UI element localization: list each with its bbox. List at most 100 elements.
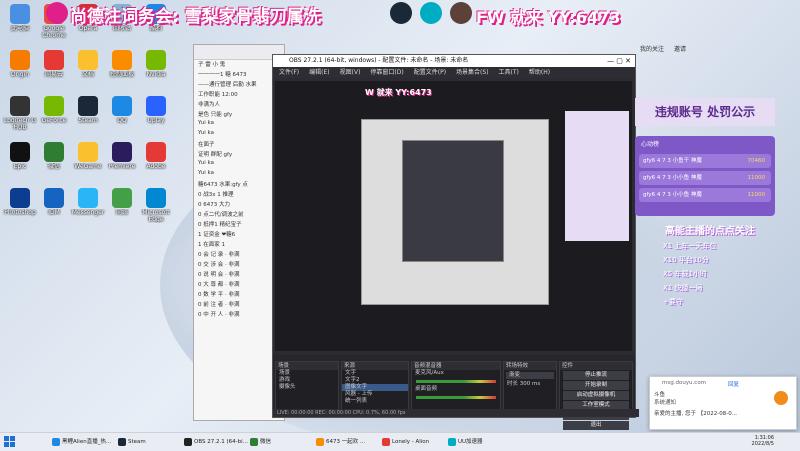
desktop-icon-label: Adobe [146, 163, 166, 170]
source-item[interactable]: 统一列表 [342, 398, 408, 405]
desktop-icon-label: Logitech G HUB [3, 117, 37, 131]
taskbar-app[interactable]: 微信 [250, 436, 271, 448]
taskbar-app[interactable]: Lonely - Alion [382, 436, 429, 448]
source-item[interactable]: 文字2 [342, 377, 408, 384]
desktop-icon[interactable]: Premiere [104, 142, 140, 177]
desktop-icon[interactable]: IDM [36, 188, 72, 223]
obs-menu-bar[interactable]: 文件(F) 编辑(E) 视图(V) 停靠窗口(D) 配置文件(P) 场景集合(S) 工具(T… [273, 67, 635, 78]
menu-item[interactable]: 场景集合(S) [456, 69, 489, 76]
obs-preview[interactable]: W 就来 YY:6473 [275, 81, 632, 351]
app-icon [10, 96, 30, 116]
chat-line: 0 大 尊 都 · 非满 [198, 282, 240, 288]
sources-panel[interactable]: 来源 文字 文字2 图像文字 风器 - 上传 统一列表 [341, 361, 409, 411]
control-button[interactable]: 开始录制 [563, 381, 629, 390]
transition-select[interactable]: 渐变 [506, 372, 554, 379]
desktop-icon[interactable]: 控制面板 [104, 50, 140, 85]
desktop-icon[interactable]: Photoshop [2, 188, 38, 223]
clock-date: 2022/8/5 [751, 441, 774, 447]
desktop-icon[interactable]: Origin [2, 50, 38, 85]
obs-title-bar[interactable]: OBS 27.2.1 (64-bit, windows) - 配置文件: 未命名… [273, 55, 635, 67]
menu-item[interactable]: 工具(T) [499, 69, 519, 76]
menu-item[interactable]: 停靠窗口(D) [370, 69, 403, 76]
desktop-icon-label: 微信 [47, 163, 60, 170]
taskbar-app-icon [316, 438, 324, 446]
desktop-icon[interactable]: Microsoft Edge [138, 188, 174, 223]
desktop-icon[interactable]: 此电脑 [2, 4, 38, 39]
desktop-icon[interactable]: Steam [70, 96, 106, 131]
toolbar-item[interactable]: 邀请 [674, 46, 686, 53]
mic-volume-meter[interactable] [416, 380, 496, 383]
source-item[interactable]: 风器 - 上传 [342, 391, 408, 398]
desktop-icon-label: GeForce [41, 117, 67, 124]
taskbar-app[interactable]: 黑鲤Alien直播_热... [52, 436, 111, 448]
app-icon [112, 142, 132, 162]
rank-row: gfy6 4 7 3 小小鱼 神魔 11000 [639, 188, 771, 202]
transitions-panel[interactable]: 转场特效 渐变 时长 300 ms [503, 361, 557, 411]
window-controls[interactable]: — ▢ ✕ [607, 55, 631, 67]
app-icon [10, 188, 30, 208]
desktop-volume-meter[interactable] [416, 396, 496, 399]
desktop-icon-label: 网络 [115, 209, 128, 216]
desktop-icon[interactable]: Nvidia [138, 50, 174, 85]
app-icon [44, 142, 64, 162]
game-tray-icon[interactable] [450, 2, 472, 24]
desktop-icon[interactable]: 文档 [70, 50, 106, 85]
desktop-icon[interactable]: Adobe [138, 142, 174, 177]
taskbar-app[interactable]: 6473 一起欢 ... [316, 436, 365, 448]
scenes-panel[interactable]: 场景 场景 游戏 摄像头 [275, 361, 339, 411]
desktop-icon-label: IDM [48, 209, 60, 216]
audio-mixer-panel[interactable]: 音频混音器 麦克风/Aux 桌面音频 [411, 361, 501, 411]
transition-duration[interactable]: 时长 300 ms [504, 381, 556, 388]
desktop-icon[interactable]: 微信 [36, 142, 72, 177]
desktop-icon[interactable]: Messenger [70, 188, 106, 223]
desktop-icon[interactable]: Logitech G HUB [2, 96, 38, 131]
scene-item[interactable]: 场景 [276, 370, 338, 377]
app-icon [78, 50, 98, 70]
desktop-icon[interactable]: Uplay [138, 96, 174, 131]
desktop-icon[interactable]: 网络 [104, 188, 140, 223]
task-item: X1 上车一天车位 [663, 242, 717, 250]
taskbar-clock[interactable]: 1:31:06 2022/8/5 [752, 435, 774, 447]
taskbar-app[interactable]: UU加速器 [448, 436, 483, 448]
scene-item[interactable]: 游戏 [276, 377, 338, 384]
desktop-icon-label: QQ [117, 117, 127, 124]
steam-tray-icon[interactable] [390, 2, 412, 24]
chat-toolbar[interactable] [194, 45, 284, 60]
source-item-selected[interactable]: 图像文字 [342, 384, 408, 391]
obs-window[interactable]: OBS 27.2.1 (64-bit, windows) - 配置文件: 未命名… [272, 54, 639, 430]
menu-item[interactable]: 文件(F) [279, 69, 299, 76]
uu-tray-icon[interactable] [420, 2, 442, 24]
control-button[interactable]: 停止推流 [563, 371, 629, 380]
desktop-icon[interactable]: QQ [104, 96, 140, 131]
task-list: 高能主播的点点关注 X1 上车一天车位 X10 平台10分 X5 车载1小时 X1 快… [635, 222, 775, 352]
system-notification[interactable]: msg.douyu.com 回复 斗鱼 系统通知 亲爱的主播, 您于 【2022… [649, 376, 797, 430]
menu-item[interactable]: 视图(V) [340, 69, 361, 76]
controls-panel[interactable]: 控件 停止推流开始录制启动虚拟摄像机工作室模式设置退出 [559, 361, 633, 430]
scene-item[interactable]: 摄像头 [276, 384, 338, 391]
chat-line: 非满为人 [198, 102, 221, 108]
chat-line: Yui ka [198, 170, 214, 176]
menu-item[interactable]: 帮助(H) [529, 69, 550, 76]
banner-left-text: 尚德注词务会: 雪梨家骨翡刀属洗 [70, 7, 321, 27]
chat-line: 证明 群配 gfy [198, 152, 233, 158]
source-item[interactable]: 文字 [342, 370, 408, 377]
control-button[interactable]: 启动虚拟摄像机 [563, 391, 629, 400]
control-button[interactable]: 退出 [563, 421, 629, 430]
douyu-logo-icon [774, 391, 788, 405]
menu-item[interactable]: 配置文件(P) [414, 69, 446, 76]
desktop-icon[interactable]: 网易云 [36, 50, 72, 85]
task-item: X5 车载1小时 [663, 270, 707, 278]
taskbar-app[interactable]: Steam [118, 436, 146, 448]
taskbar-app[interactable]: OBS 27.2.1 (64-bi... [184, 436, 248, 448]
right-top-toolbar[interactable]: 我的关注 邀请 [640, 44, 780, 56]
windows-start-icon[interactable] [4, 436, 15, 447]
menu-item[interactable]: 编辑(E) [309, 69, 329, 76]
desktop-icon[interactable]: Epic [2, 142, 38, 177]
desktop-icon[interactable]: WeGame [70, 142, 106, 177]
notification-reply[interactable]: 回复 [728, 380, 739, 388]
chat-line: 0 交 涉 会 · 非满 [198, 262, 240, 268]
taskbar-app-icon [382, 438, 390, 446]
app-icon [112, 188, 132, 208]
desktop-icon[interactable]: GeForce [36, 96, 72, 131]
toolbar-item[interactable]: 我的关注 [640, 46, 664, 53]
